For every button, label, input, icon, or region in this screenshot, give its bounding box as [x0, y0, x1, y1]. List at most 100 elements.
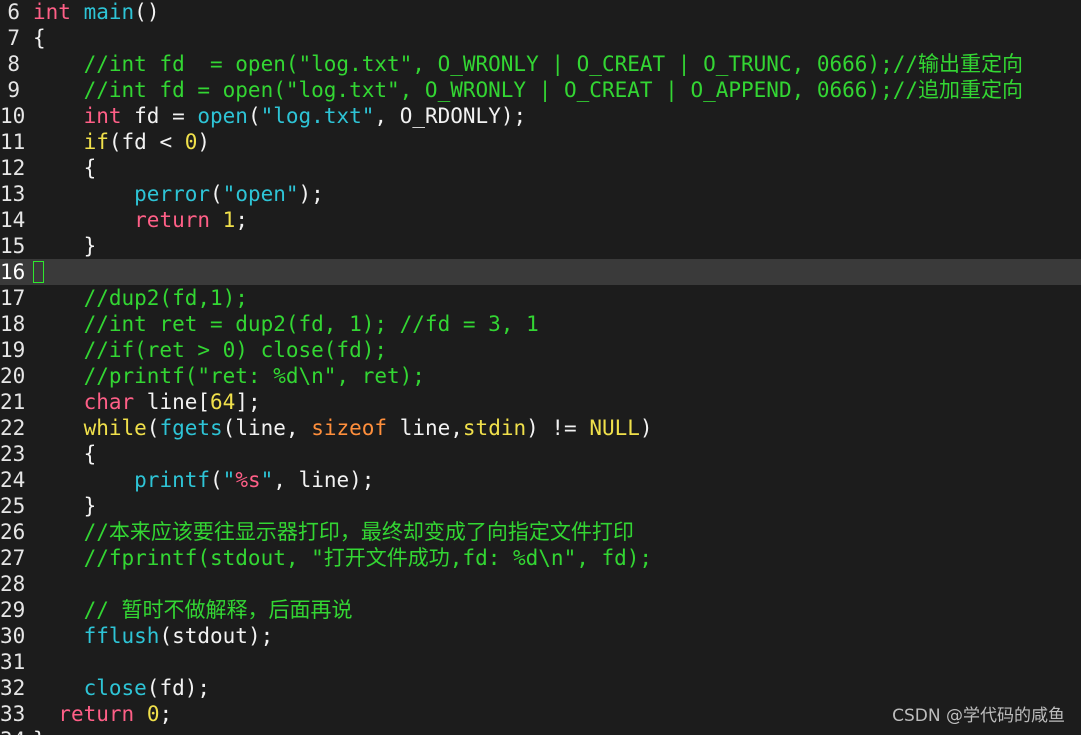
line-code: }	[33, 727, 46, 735]
code-token: )	[639, 416, 653, 440]
code-token: {	[33, 442, 97, 466]
current-line[interactable]: 16	[0, 259, 1081, 285]
line-number: 25	[0, 494, 26, 518]
code-token: (	[146, 416, 160, 440]
code-line[interactable]: 32 close(fd);	[0, 675, 1081, 701]
line-code: close(fd);	[33, 675, 210, 701]
code-token: 1	[222, 208, 236, 232]
line-number: 19	[0, 338, 26, 362]
code-token: int	[83, 104, 122, 128]
code-line[interactable]: 19 //if(ret > 0) close(fd);	[0, 337, 1081, 363]
code-line[interactable]: 26 //本来应该要往显示器打印，最终却变成了向指定文件打印	[0, 519, 1081, 545]
code-line[interactable]: 31	[0, 649, 1081, 675]
line-number: 9	[7, 78, 20, 102]
code-token: //int fd = open("log.txt", O_WRONLY | O_…	[33, 52, 1024, 76]
line-number: 15	[0, 234, 26, 258]
code-token: //fprintf(stdout, "打开文件成功,fd: %d\n", fd)…	[33, 546, 653, 570]
code-token: //int fd = open("log.txt", O_WRONLY | O_…	[33, 78, 1024, 102]
watermark: CSDN @学代码的咸鱼	[892, 706, 1065, 726]
code-line[interactable]: 7{	[0, 25, 1081, 51]
line-code: // 暂时不做解释，后面再说	[33, 597, 353, 623]
code-line[interactable]: 30 fflush(stdout);	[0, 623, 1081, 649]
code-token: }	[33, 494, 97, 518]
line-number: 18	[0, 312, 26, 336]
code-token: stdin	[462, 416, 527, 440]
code-line[interactable]: 20 //printf("ret: %d\n", ret);	[0, 363, 1081, 389]
line-code: int main()	[33, 0, 159, 25]
line-number: 7	[7, 26, 20, 50]
code-token: main	[83, 0, 135, 24]
code-token: (	[210, 182, 223, 206]
code-line[interactable]: 9 //int fd = open("log.txt", O_WRONLY | …	[0, 77, 1081, 103]
code-token: open	[197, 104, 248, 128]
line-code: int fd = open("log.txt", O_RDONLY);	[33, 103, 527, 129]
code-line[interactable]: 28	[0, 571, 1081, 597]
text-cursor	[33, 260, 44, 283]
code-token: return	[58, 702, 135, 726]
line-number: 28	[0, 572, 26, 596]
line-code: return 0;	[33, 701, 172, 727]
line-number: 34	[0, 727, 25, 735]
code-line[interactable]: 24 printf("%s", line);	[0, 467, 1081, 493]
code-token: line[	[134, 390, 211, 414]
line-number: 24	[0, 468, 26, 492]
code-line[interactable]: 25 }	[0, 493, 1081, 519]
code-token: fgets	[159, 416, 223, 440]
code-token: //if(ret > 0) close(fd);	[33, 338, 388, 362]
code-line[interactable]: 17 //dup2(fd,1);	[0, 285, 1081, 311]
code-line[interactable]: 27 //fprintf(stdout, "打开文件成功,fd: %d\n", …	[0, 545, 1081, 571]
code-token: ()	[134, 0, 160, 24]
line-code: perror("open");	[33, 181, 324, 207]
line-code: //int ret = dup2(fd, 1); //fd = 3, 1	[33, 311, 539, 337]
code-token: NULL	[589, 416, 640, 440]
line-code: //int fd = open("log.txt", O_WRONLY | O_…	[33, 51, 1023, 77]
code-line[interactable]: 18 //int ret = dup2(fd, 1); //fd = 3, 1	[0, 311, 1081, 337]
code-token: sizeof	[311, 416, 388, 440]
code-line[interactable]: 21 char line[64];	[0, 389, 1081, 415]
code-token: "log.txt"	[260, 104, 375, 128]
line-number: 6	[7, 0, 20, 24]
line-number: 29	[0, 598, 26, 622]
line-code: if(fd < 0)	[33, 129, 210, 155]
code-line[interactable]: 11 if(fd < 0)	[0, 129, 1081, 155]
code-line[interactable]: 34}	[0, 727, 1081, 735]
code-line[interactable]: 15 }	[0, 233, 1081, 259]
code-line[interactable]: 13 perror("open");	[0, 181, 1081, 207]
code-line[interactable]: 8 //int fd = open("log.txt", O_WRONLY | …	[0, 51, 1081, 77]
code-line[interactable]: 6 int main()	[0, 0, 1081, 25]
line-code: {	[33, 441, 97, 467]
code-token: "	[260, 468, 274, 492]
code-token: close	[83, 676, 147, 700]
code-line[interactable]: 29 // 暂时不做解释，后面再说	[0, 597, 1081, 623]
line-number: 31	[0, 650, 26, 674]
code-token: (fd <	[108, 130, 185, 154]
code-token: //本来应该要往显示器打印，最终却变成了向指定文件打印	[33, 520, 634, 544]
line-number: 14	[0, 208, 26, 232]
code-line[interactable]: 22 while(fgets(line, sizeof line,stdin) …	[0, 415, 1081, 441]
line-code: //dup2(fd,1);	[33, 285, 248, 311]
line-code: {	[33, 155, 97, 181]
code-token: while	[83, 416, 147, 440]
code-line[interactable]: 12 {	[0, 155, 1081, 181]
line-code: }	[33, 233, 97, 259]
line-code: //if(ret > 0) close(fd);	[33, 337, 387, 363]
code-token: )	[197, 130, 211, 154]
code-line[interactable]: 10 int fd = open("log.txt", O_RDONLY);	[0, 103, 1081, 129]
code-token: {	[33, 26, 46, 50]
code-editor[interactable]: 6 int main() 7{8 //int fd = open("log.txt"…	[0, 0, 1081, 735]
line-number: 32	[0, 676, 26, 700]
code-token: 0	[184, 130, 198, 154]
code-line[interactable]: 14 return 1;	[0, 207, 1081, 233]
code-token: }	[33, 234, 97, 258]
line-number: 30	[0, 624, 26, 648]
code-token: ;	[235, 208, 248, 232]
code-line[interactable]: 23 {	[0, 441, 1081, 467]
